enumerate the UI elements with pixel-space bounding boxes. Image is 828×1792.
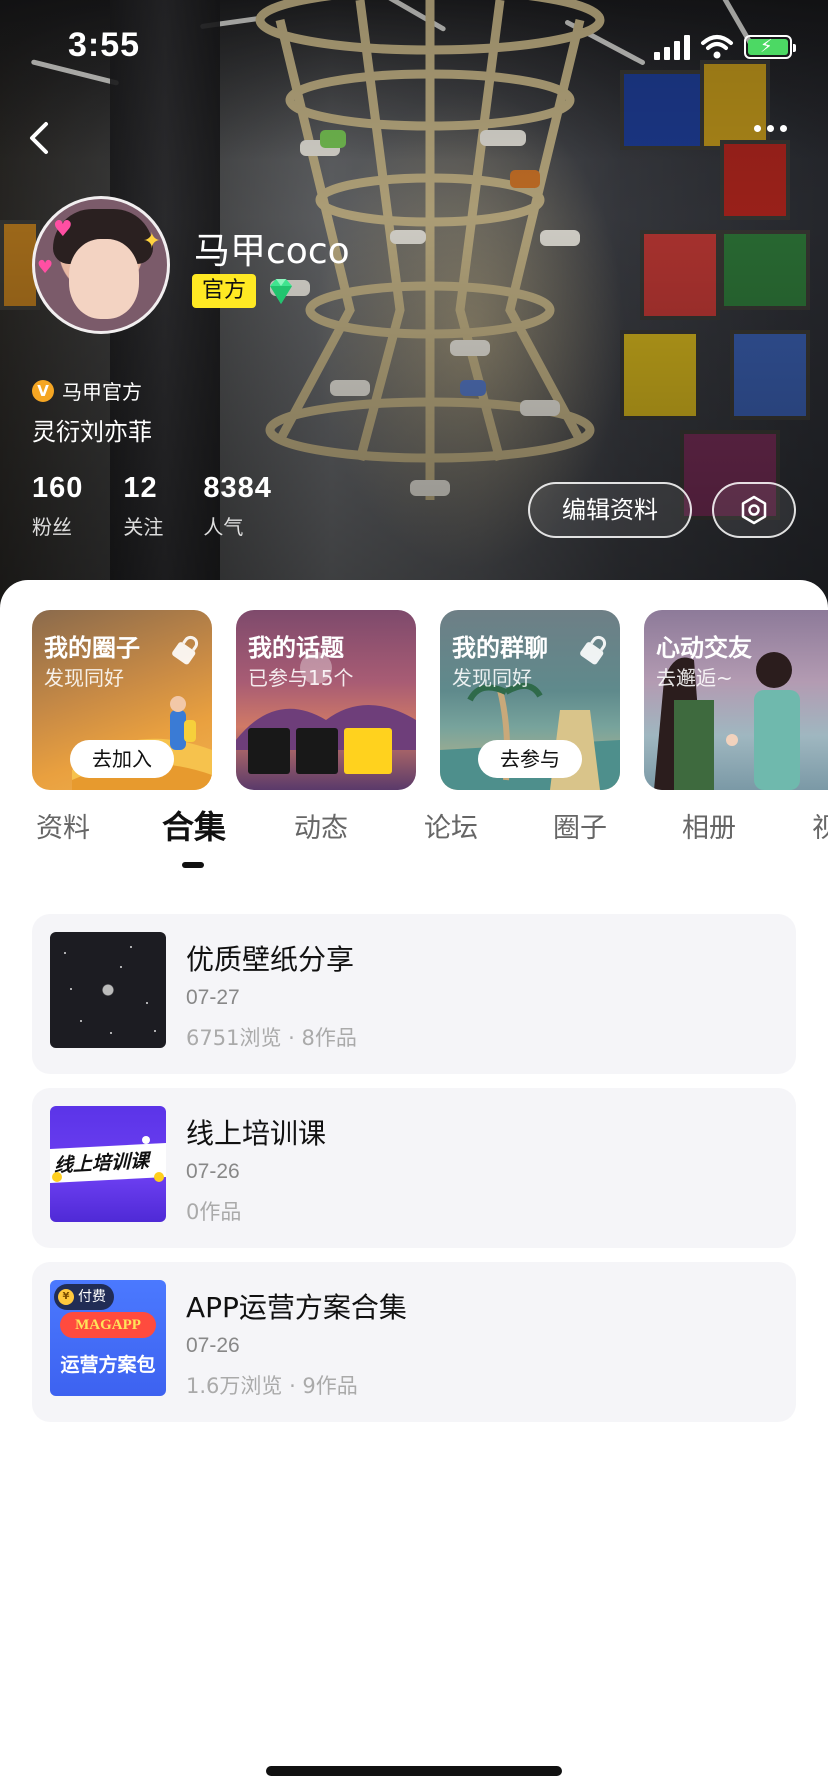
more-icon[interactable] xyxy=(754,118,794,138)
collection-title: APP运营方案合集 xyxy=(186,1291,407,1324)
card-my-topics[interactable]: 我的话题 已参与15个 xyxy=(236,610,416,790)
collection-item[interactable]: ¥ 付费 MAGAPP 运营方案包 APP运营方案合集 07-26 1.6万浏览… xyxy=(32,1262,796,1422)
home-indicator xyxy=(266,1766,562,1776)
back-icon[interactable] xyxy=(20,116,64,160)
paid-label: 付费 xyxy=(78,1289,106,1305)
paid-badge: ¥ 付费 xyxy=(54,1284,114,1310)
card-my-circles[interactable]: 我的圈子 发现同好 去加入 xyxy=(32,610,212,790)
card-subtitle: 去邂逅~ xyxy=(656,666,733,690)
card-title: 心动交友 xyxy=(656,634,752,662)
cellular-signal-icon xyxy=(654,34,690,60)
tab-profile-info[interactable]: 资料 xyxy=(36,806,90,845)
tab-active-indicator xyxy=(182,862,204,868)
collection-thumbnail xyxy=(50,932,166,1048)
status-time: 3:55 xyxy=(68,26,141,64)
yen-coin-icon: ¥ xyxy=(58,1289,74,1305)
thumbnail-text: 线上培训课 xyxy=(54,1149,150,1177)
collection-meta: 6751浏览 · 8作品 xyxy=(186,1026,357,1050)
official-badge: 官方 xyxy=(192,274,257,308)
status-bar: 3:55 ⚡ xyxy=(0,0,828,96)
join-circle-button[interactable]: 去加入 xyxy=(70,740,174,778)
avatar[interactable]: ♥ ♥ ✦ xyxy=(32,196,170,334)
collection-thumbnail: 线上培训课 xyxy=(50,1106,166,1222)
card-subtitle: 发现同好 xyxy=(452,666,532,690)
decor-dot xyxy=(52,1172,62,1182)
card-title: 我的圈子 xyxy=(44,634,140,662)
tab-video[interactable]: 视 xyxy=(812,806,828,845)
tab-circles[interactable]: 圈子 xyxy=(553,806,607,845)
thumbnail-banner: 线上培训课 xyxy=(50,1142,166,1184)
lock-icon xyxy=(172,635,199,665)
tab-moments[interactable]: 动态 xyxy=(294,806,348,845)
heart-sticker-icon: ♥ xyxy=(53,217,73,242)
collection-date: 07-26 xyxy=(186,1160,240,1183)
stat-value: 160 xyxy=(32,472,84,504)
settings-button[interactable] xyxy=(712,482,796,538)
verified-label: 马甲官方 xyxy=(62,380,142,404)
collection-meta: 0作品 xyxy=(186,1200,242,1224)
diamond-icon xyxy=(270,279,292,304)
decor-dot xyxy=(154,1172,164,1182)
profile-bio: 灵衍刘亦菲 xyxy=(32,418,152,446)
gear-icon xyxy=(741,495,767,525)
stat-value: 12 xyxy=(123,472,158,504)
topic-tile xyxy=(248,728,290,774)
stat-label: 人气 xyxy=(203,515,244,539)
stat-label: 粉丝 xyxy=(32,515,72,539)
topic-tile xyxy=(344,728,392,774)
stat-label: 关注 xyxy=(123,515,164,539)
collection-date: 07-27 xyxy=(186,986,240,1009)
stat-following[interactable]: 12 关注 xyxy=(123,472,163,540)
profile-tabs: 资料 合集 动态 论坛 圈子 相册 视 xyxy=(0,806,828,876)
heart-sticker-icon: ♥ xyxy=(37,257,54,278)
thumbnail-brand: MAGAPP xyxy=(60,1312,156,1338)
join-chat-button[interactable]: 去参与 xyxy=(478,740,582,778)
decor-dot xyxy=(142,1136,150,1144)
collection-item[interactable]: 线上培训课 线上培训课 07-26 0作品 xyxy=(32,1088,796,1248)
tab-collections[interactable]: 合集 xyxy=(162,802,226,848)
lock-icon xyxy=(580,635,607,665)
star-sticker-icon: ✦ xyxy=(142,229,161,254)
card-title: 我的群聊 xyxy=(452,634,548,662)
card-subtitle: 已参与15个 xyxy=(248,666,354,690)
collection-title: 线上培训课 xyxy=(186,1117,327,1150)
collection-title: 优质壁纸分享 xyxy=(186,943,355,976)
card-subtitle: 发现同好 xyxy=(44,666,124,690)
edit-profile-button[interactable]: 编辑资料 xyxy=(528,482,692,538)
collection-thumbnail: ¥ 付费 MAGAPP 运营方案包 xyxy=(50,1280,166,1396)
stat-fans[interactable]: 160 粉丝 xyxy=(32,472,83,540)
collection-list: 优质壁纸分享 07-27 6751浏览 · 8作品 线上培训课 线上培训课 07… xyxy=(32,914,796,1436)
topic-tile xyxy=(296,728,338,774)
verified-v-icon: V xyxy=(32,379,54,402)
thumbnail-caption: 运营方案包 xyxy=(60,1354,156,1376)
card-title: 我的话题 xyxy=(248,634,344,662)
collection-date: 07-26 xyxy=(186,1334,240,1357)
status-icons: ⚡ xyxy=(654,34,796,60)
collection-item[interactable]: 优质壁纸分享 07-27 6751浏览 · 8作品 xyxy=(32,914,796,1074)
content-sheet: 我的圈子 发现同好 去加入 我的话题 已参与15个 我的群聊 发现同好 去参与 … xyxy=(0,580,828,1792)
collection-meta: 1.6万浏览 · 9作品 xyxy=(186,1374,358,1398)
stat-value: 8384 xyxy=(203,472,272,504)
stat-popularity[interactable]: 8384 人气 xyxy=(203,472,272,540)
profile-stats: 160 粉丝 12 关注 8384 人气 xyxy=(32,472,312,540)
profile-username: 马甲coco xyxy=(194,231,350,272)
feature-cards: 我的圈子 发现同好 去加入 我的话题 已参与15个 我的群聊 发现同好 去参与 … xyxy=(32,610,828,790)
wifi-icon xyxy=(701,35,733,59)
tab-forum[interactable]: 论坛 xyxy=(424,806,478,845)
card-dating[interactable]: 心动交友 去邂逅~ xyxy=(644,610,828,790)
verified-row: V 马甲官方 xyxy=(32,376,142,405)
card-my-group-chats[interactable]: 我的群聊 发现同好 去参与 xyxy=(440,610,620,790)
battery-icon: ⚡ xyxy=(744,35,796,59)
tab-album[interactable]: 相册 xyxy=(682,806,736,845)
